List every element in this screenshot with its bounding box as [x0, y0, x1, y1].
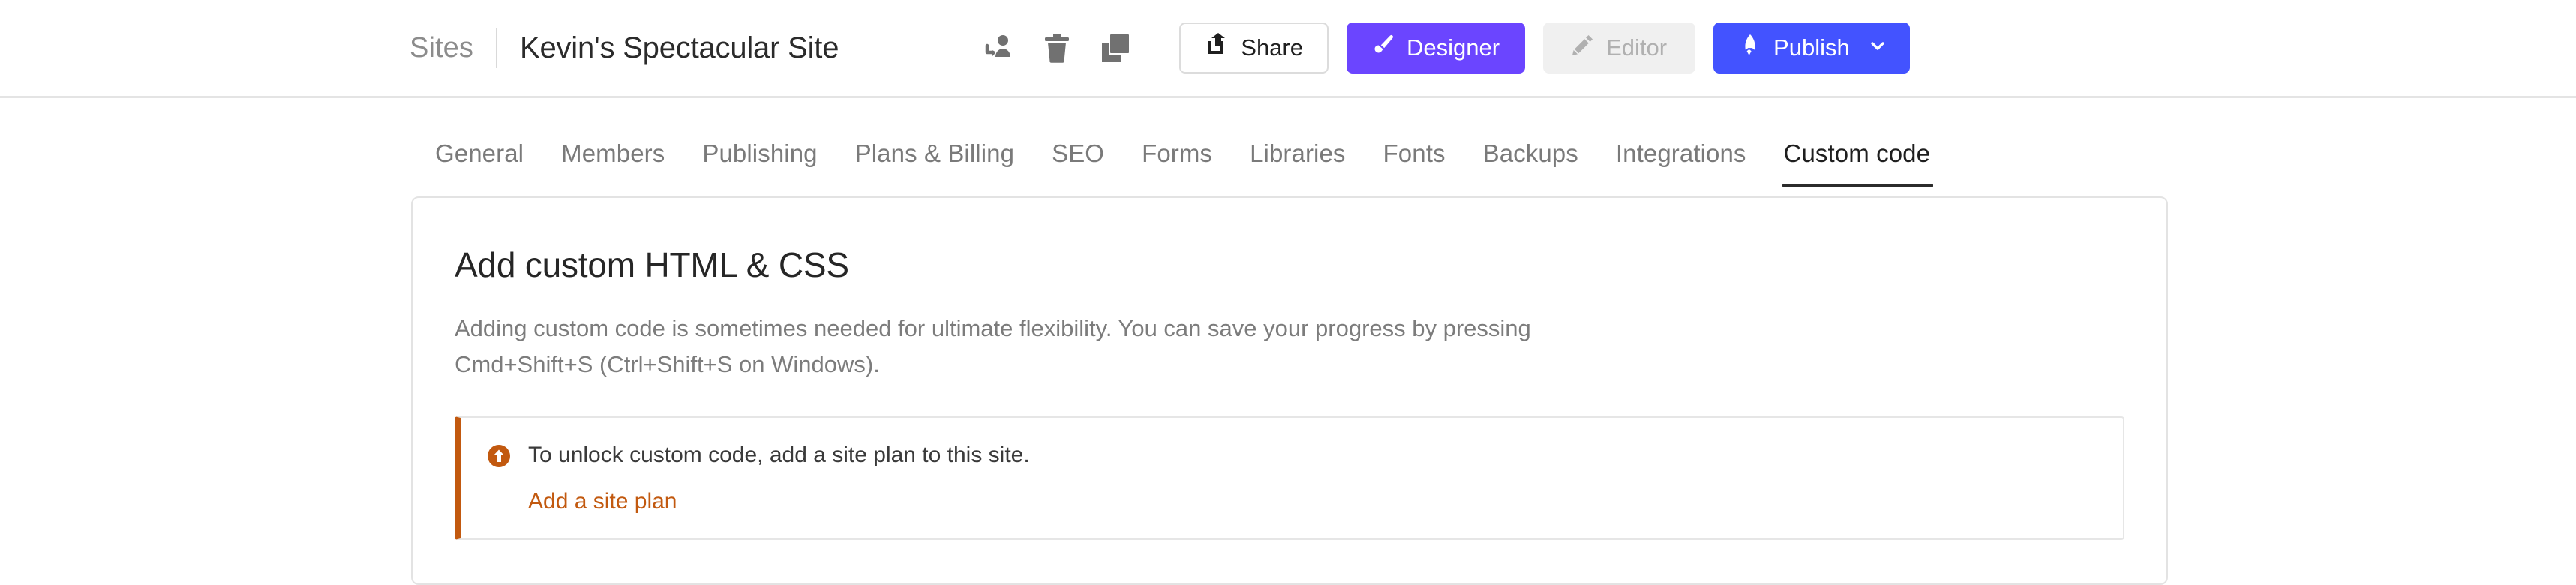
tab-custom-code[interactable]: Custom code: [1782, 140, 1933, 188]
paintbrush-icon: [1372, 34, 1395, 62]
share-button[interactable]: Share: [1179, 22, 1329, 74]
content-area: Add custom HTML & CSS Adding custom code…: [0, 188, 2576, 585]
tab-integrations[interactable]: Integrations: [1616, 140, 1746, 188]
tab-general[interactable]: General: [435, 140, 524, 188]
upgrade-arrow-circle-icon: [486, 443, 512, 472]
designer-button-label: Designer: [1407, 34, 1500, 61]
tab-plans-billing[interactable]: Plans & Billing: [855, 140, 1014, 188]
duplicate-icon: [1100, 32, 1131, 64]
delete-site-button[interactable]: [1029, 20, 1085, 76]
rocket-icon: [1739, 34, 1761, 62]
tab-fonts[interactable]: Fonts: [1383, 140, 1446, 188]
transfer-site-icon: [982, 33, 1015, 63]
tab-publishing[interactable]: Publishing: [702, 140, 817, 188]
settings-tab-bar: General Members Publishing Plans & Billi…: [435, 98, 2576, 188]
trash-icon: [1043, 32, 1071, 64]
breadcrumb-sites-link[interactable]: Sites: [410, 32, 473, 64]
publish-button[interactable]: Publish: [1713, 22, 1910, 74]
breadcrumb-divider: [495, 28, 497, 68]
upgrade-alert-message: To unlock custom code, add a site plan t…: [528, 442, 1030, 467]
card-description: Adding custom code is sometimes needed f…: [455, 315, 1531, 378]
pencil-icon: [1572, 34, 1594, 62]
card-title: Add custom HTML & CSS: [455, 245, 849, 284]
upgrade-alert: To unlock custom code, add a site plan t…: [455, 416, 2124, 540]
designer-button[interactable]: Designer: [1347, 22, 1526, 74]
upgrade-alert-body: To unlock custom code, add a site plan t…: [528, 440, 1030, 514]
chevron-down-icon: [1868, 34, 1887, 62]
share-button-label: Share: [1241, 34, 1303, 61]
tab-seo[interactable]: SEO: [1052, 140, 1104, 188]
publish-button-label: Publish: [1773, 34, 1850, 61]
custom-code-card: Add custom HTML & CSS Adding custom code…: [411, 196, 2168, 585]
header-breadcrumb-group: Sites Kevin's Spectacular Site: [410, 28, 839, 68]
transfer-site-icon-button[interactable]: [971, 20, 1026, 76]
tab-members[interactable]: Members: [561, 140, 665, 188]
share-icon: [1205, 33, 1229, 63]
header-actions: Share Designer Editor Publish: [971, 20, 1910, 76]
tab-forms[interactable]: Forms: [1142, 140, 1212, 188]
tab-backups[interactable]: Backups: [1483, 140, 1578, 188]
app-header: Sites Kevin's Spectacular Site Share Des…: [0, 0, 2576, 98]
editor-button[interactable]: Editor: [1543, 22, 1696, 74]
tab-libraries[interactable]: Libraries: [1250, 140, 1345, 188]
page-title: Kevin's Spectacular Site: [519, 31, 839, 64]
duplicate-site-button[interactable]: [1088, 20, 1143, 76]
add-site-plan-link[interactable]: Add a site plan: [528, 489, 677, 514]
editor-button-label: Editor: [1606, 34, 1668, 61]
